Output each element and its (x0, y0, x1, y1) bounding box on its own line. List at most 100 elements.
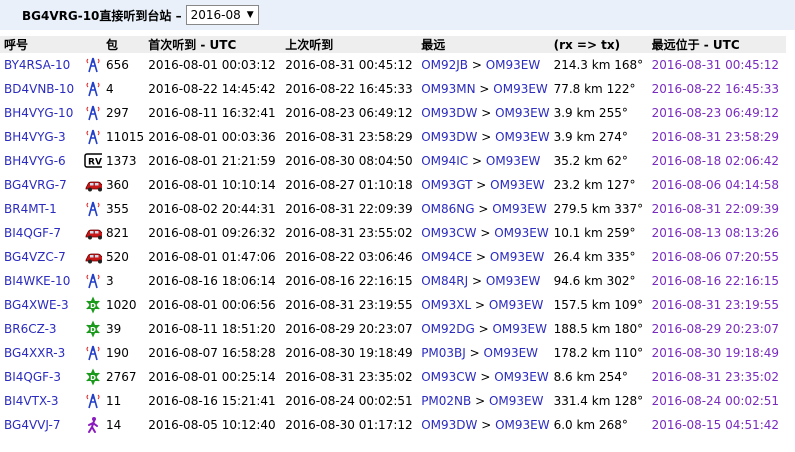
callsign-link[interactable]: BI4QGF-7 (0, 221, 80, 245)
last-heard-cell: 2016-08-29 20:23:07 (285, 322, 413, 336)
to-locator-link[interactable]: OM93EW (494, 226, 549, 240)
from-locator-link[interactable]: OM93CW (421, 226, 476, 240)
callsign-link[interactable]: BG4VZC-7 (0, 245, 80, 269)
last-heard-cell: 2016-08-31 23:58:29 (285, 130, 413, 144)
to-locator-link[interactable]: OM93EW (486, 154, 541, 168)
first-heard-cell: 2016-08-05 10:12:40 (148, 418, 276, 432)
from-locator-link[interactable]: PM03BJ (421, 346, 466, 360)
farthest-time-cell: 2016-08-31 23:58:29 (651, 130, 780, 144)
path-cell: OM93CW > OM93EW (421, 370, 549, 384)
first-heard-cell: 2016-08-01 00:06:56 (148, 298, 276, 312)
table-row: BH4VYG-6 RV 1373 2016-08-01 21:21:59 2016-08… (0, 149, 786, 173)
month-select[interactable]: 2016-08 ▼ (185, 5, 259, 25)
to-locator-link[interactable]: OM93EW (494, 370, 549, 384)
to-locator-link[interactable]: OM93EW (489, 394, 544, 408)
distance-cell: 3.9 km 274° (553, 130, 628, 144)
callsign-link[interactable]: BR4MT-1 (0, 197, 80, 221)
last-heard-cell: 2016-08-22 16:45:33 (285, 82, 413, 96)
callsign-link[interactable]: BR6CZ-3 (0, 317, 80, 341)
table-row: BD4VNB-10 4 2016-08-22 14:45:42 2016-08-22 … (0, 77, 786, 101)
first-heard-cell: 2016-08-01 21:21:59 (148, 154, 276, 168)
to-locator-link[interactable]: OM93EW (495, 418, 550, 432)
table-row: BG4VRG-7 360 2016-08-01 10:10:14 2016-08-27… (0, 173, 786, 197)
from-locator-link[interactable]: OM93DW (421, 418, 477, 432)
first-heard-cell: 2016-08-01 00:25:14 (148, 370, 276, 384)
tower-icon (84, 344, 102, 362)
packets-cell: 1020 (106, 298, 137, 312)
from-locator-link[interactable]: OM94IC (421, 154, 468, 168)
tower-icon (84, 272, 102, 290)
col-farthest-at: 最远位于 - UTC (647, 36, 786, 53)
callsign-link[interactable]: BD4VNB-10 (0, 77, 80, 101)
tower-icon (84, 128, 102, 146)
farthest-time-cell: 2016-08-31 23:35:02 (651, 370, 780, 384)
path-cell: PM02NB > OM93EW (421, 394, 544, 408)
first-heard-cell: 2016-08-01 01:47:06 (148, 250, 276, 264)
callsign-link[interactable]: BH4VYG-6 (0, 149, 80, 173)
col-farthest: 最远 (417, 36, 550, 53)
callsign-link[interactable]: BG4VRG-7 (0, 173, 80, 197)
path-cell: OM93GT > OM93EW (421, 178, 545, 192)
from-locator-link[interactable]: OM93XL (421, 298, 471, 312)
callsign-link[interactable]: BG4XXR-3 (0, 341, 80, 365)
to-locator-link[interactable]: OM93EW (492, 322, 547, 336)
from-locator-link[interactable]: OM86NG (421, 202, 474, 216)
to-locator-link[interactable]: OM93EW (492, 202, 547, 216)
callsign-link[interactable]: BI4QGF-3 (0, 365, 80, 389)
svg-text:RV: RV (88, 158, 102, 168)
station-icon-cell (80, 197, 102, 221)
table-row: BI4WKE-10 3 2016-08-16 18:06:14 2016-08-16 … (0, 269, 786, 293)
walker-icon (84, 416, 102, 434)
path-cell: PM03BJ > OM93EW (421, 346, 539, 360)
from-locator-link[interactable]: OM94CE (421, 250, 472, 264)
from-locator-link[interactable]: OM93CW (421, 370, 476, 384)
col-rx-tx: (rx => tx) (549, 36, 648, 53)
packets-cell: 3 (106, 274, 114, 288)
from-locator-link[interactable]: OM93GT (421, 178, 472, 192)
first-heard-cell: 2016-08-02 20:44:31 (148, 202, 276, 216)
to-locator-link[interactable]: OM93EW (490, 250, 545, 264)
callsign-link[interactable]: BH4VYG-3 (0, 125, 80, 149)
distance-cell: 188.5 km 180° (553, 322, 644, 336)
distance-cell: 77.8 km 122° (553, 82, 636, 96)
last-heard-cell: 2016-08-23 06:49:12 (285, 106, 413, 120)
callsign-link[interactable]: BH4VYG-10 (0, 101, 80, 125)
to-locator-link[interactable]: OM93EW (495, 106, 550, 120)
packets-cell: 2767 (106, 370, 137, 384)
callsign-link[interactable]: BY4RSA-10 (0, 53, 80, 77)
from-locator-link[interactable]: OM93DW (421, 130, 477, 144)
from-locator-link[interactable]: PM02NB (421, 394, 471, 408)
callsign-link[interactable]: BG4VVJ-7 (0, 413, 80, 437)
to-locator-link[interactable]: OM93EW (486, 58, 541, 72)
callsign-link[interactable]: BG4XWE-3 (0, 293, 80, 317)
callsign-link[interactable]: BI4WKE-10 (0, 269, 80, 293)
station-icon-cell (80, 269, 102, 293)
from-locator-link[interactable]: OM93MN (421, 82, 475, 96)
to-locator-link[interactable]: OM93EW (486, 274, 541, 288)
packets-cell: 4 (106, 82, 114, 96)
from-locator-link[interactable]: OM92JB (421, 58, 468, 72)
last-heard-cell: 2016-08-31 22:09:39 (285, 202, 413, 216)
from-locator-link[interactable]: OM84RJ (421, 274, 468, 288)
to-locator-link[interactable]: OM93EW (493, 82, 548, 96)
table-row: BR6CZ-3 D 39 2016-08-11 18:51:20 2016-08-29 … (0, 317, 786, 341)
station-icon-cell (80, 413, 102, 437)
from-locator-link[interactable]: OM93DW (421, 106, 477, 120)
last-heard-cell: 2016-08-31 23:19:55 (285, 298, 413, 312)
to-locator-link[interactable]: OM93EW (484, 346, 539, 360)
col-callsign: 呼号 (0, 36, 80, 53)
from-locator-link[interactable]: OM92DG (421, 322, 475, 336)
farthest-time-cell: 2016-08-15 04:51:42 (651, 418, 780, 432)
to-locator-link[interactable]: OM93EW (495, 130, 550, 144)
callsign-link[interactable]: BI4VTX-3 (0, 389, 80, 413)
path-cell: OM86NG > OM93EW (421, 202, 547, 216)
last-heard-cell: 2016-08-30 19:18:49 (285, 346, 413, 360)
distance-cell: 26.4 km 335° (553, 250, 636, 264)
farthest-time-cell: 2016-08-30 19:18:49 (651, 346, 780, 360)
first-heard-cell: 2016-08-01 00:03:12 (148, 58, 276, 72)
to-locator-link[interactable]: OM93EW (489, 298, 544, 312)
station-icon-cell (80, 77, 102, 101)
table-row: BR4MT-1 355 2016-08-02 20:44:31 2016-08-31 … (0, 197, 786, 221)
station-icon-cell (80, 173, 102, 197)
to-locator-link[interactable]: OM93EW (490, 178, 545, 192)
